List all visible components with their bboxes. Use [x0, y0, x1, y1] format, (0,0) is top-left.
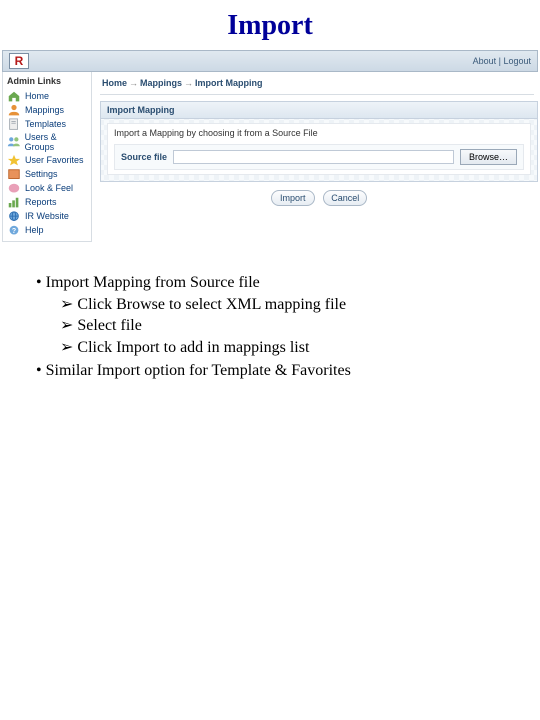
bullet-text: Click Import to add in mappings list: [77, 339, 309, 356]
panel-description: Import a Mapping by choosing it from a S…: [114, 128, 524, 138]
sidebar-item-label: Mappings: [25, 105, 64, 115]
bullet-text: Similar Import option for Template & Fav…: [46, 362, 351, 379]
slide-title: Import: [0, 0, 540, 50]
sidebar-item-label: Settings: [25, 169, 58, 179]
sidebar-item-label: Help: [25, 225, 44, 235]
sidebar-item-mappings[interactable]: Mappings: [3, 103, 91, 117]
chevron-right-icon: →: [182, 78, 195, 88]
sidebar-header: Admin Links: [3, 74, 91, 89]
users-icon: [7, 136, 21, 148]
chart-icon: [7, 196, 21, 208]
bullet-text: Click Browse to select XML mapping file: [77, 296, 346, 313]
user-icon: [7, 104, 21, 116]
help-icon: ?: [7, 224, 21, 236]
sidebar-item-label: User Favorites: [25, 155, 84, 165]
sidebar-item-label: IR Website: [25, 211, 69, 221]
source-file-label: Source file: [121, 152, 167, 162]
panel-header: Import Mapping: [101, 102, 537, 119]
globe-icon: [7, 210, 21, 222]
app-logo: R: [9, 53, 29, 69]
sidebar-item-label: Reports: [25, 197, 57, 207]
sidebar-item-reports[interactable]: Reports: [3, 195, 91, 209]
chevron-right-icon: →: [127, 78, 140, 88]
svg-text:?: ?: [12, 228, 16, 235]
sidebar-item-help[interactable]: ? Help: [3, 223, 91, 237]
sidebar-item-templates[interactable]: Templates: [3, 117, 91, 131]
palette-icon: [7, 182, 21, 194]
sidebar: Admin Links Home Mappings Templates User…: [2, 72, 92, 242]
top-links: About | Logout: [473, 56, 531, 66]
breadcrumb: Home→Mappings→Import Mapping: [100, 76, 534, 95]
breadcrumb-mappings[interactable]: Mappings: [140, 78, 182, 88]
logo-r-icon: R: [15, 55, 24, 67]
import-mapping-panel: Import Mapping Import a Mapping by choos…: [100, 101, 538, 182]
sidebar-item-label: Home: [25, 91, 49, 101]
home-icon: [7, 90, 21, 102]
document-icon: [7, 118, 21, 130]
breadcrumb-current: Import Mapping: [195, 78, 263, 88]
import-button[interactable]: Import: [271, 190, 315, 206]
sidebar-item-users-groups[interactable]: Users & Groups: [3, 131, 91, 153]
sidebar-item-settings[interactable]: Settings: [3, 167, 91, 181]
settings-icon: [7, 168, 21, 180]
bullet-text: Select file: [77, 317, 141, 334]
sidebar-item-label: Users & Groups: [25, 132, 87, 152]
about-link[interactable]: About: [473, 56, 497, 66]
logout-link[interactable]: Logout: [503, 56, 531, 66]
source-file-row: Source file Browse…: [114, 144, 524, 170]
action-buttons: Import Cancel: [100, 188, 538, 206]
sidebar-item-ir-website[interactable]: IR Website: [3, 209, 91, 223]
main-area: Home→Mappings→Import Mapping Import Mapp…: [92, 72, 538, 242]
sidebar-item-home[interactable]: Home: [3, 89, 91, 103]
cancel-button[interactable]: Cancel: [323, 190, 367, 206]
star-icon: [7, 154, 21, 166]
source-file-input[interactable]: [173, 150, 454, 164]
topbar: R About | Logout: [2, 50, 538, 72]
slide-bullets: Import Mapping from Source file Click Br…: [0, 242, 540, 382]
sidebar-item-label: Templates: [25, 119, 66, 129]
bullet-text: Import Mapping from Source file: [46, 274, 260, 291]
browse-button[interactable]: Browse…: [460, 149, 517, 165]
sidebar-item-user-favorites[interactable]: User Favorites: [3, 153, 91, 167]
app-screenshot: R About | Logout Admin Links Home Mappin…: [2, 50, 538, 242]
breadcrumb-home[interactable]: Home: [102, 78, 127, 88]
sidebar-item-look-feel[interactable]: Look & Feel: [3, 181, 91, 195]
sidebar-item-label: Look & Feel: [25, 183, 73, 193]
